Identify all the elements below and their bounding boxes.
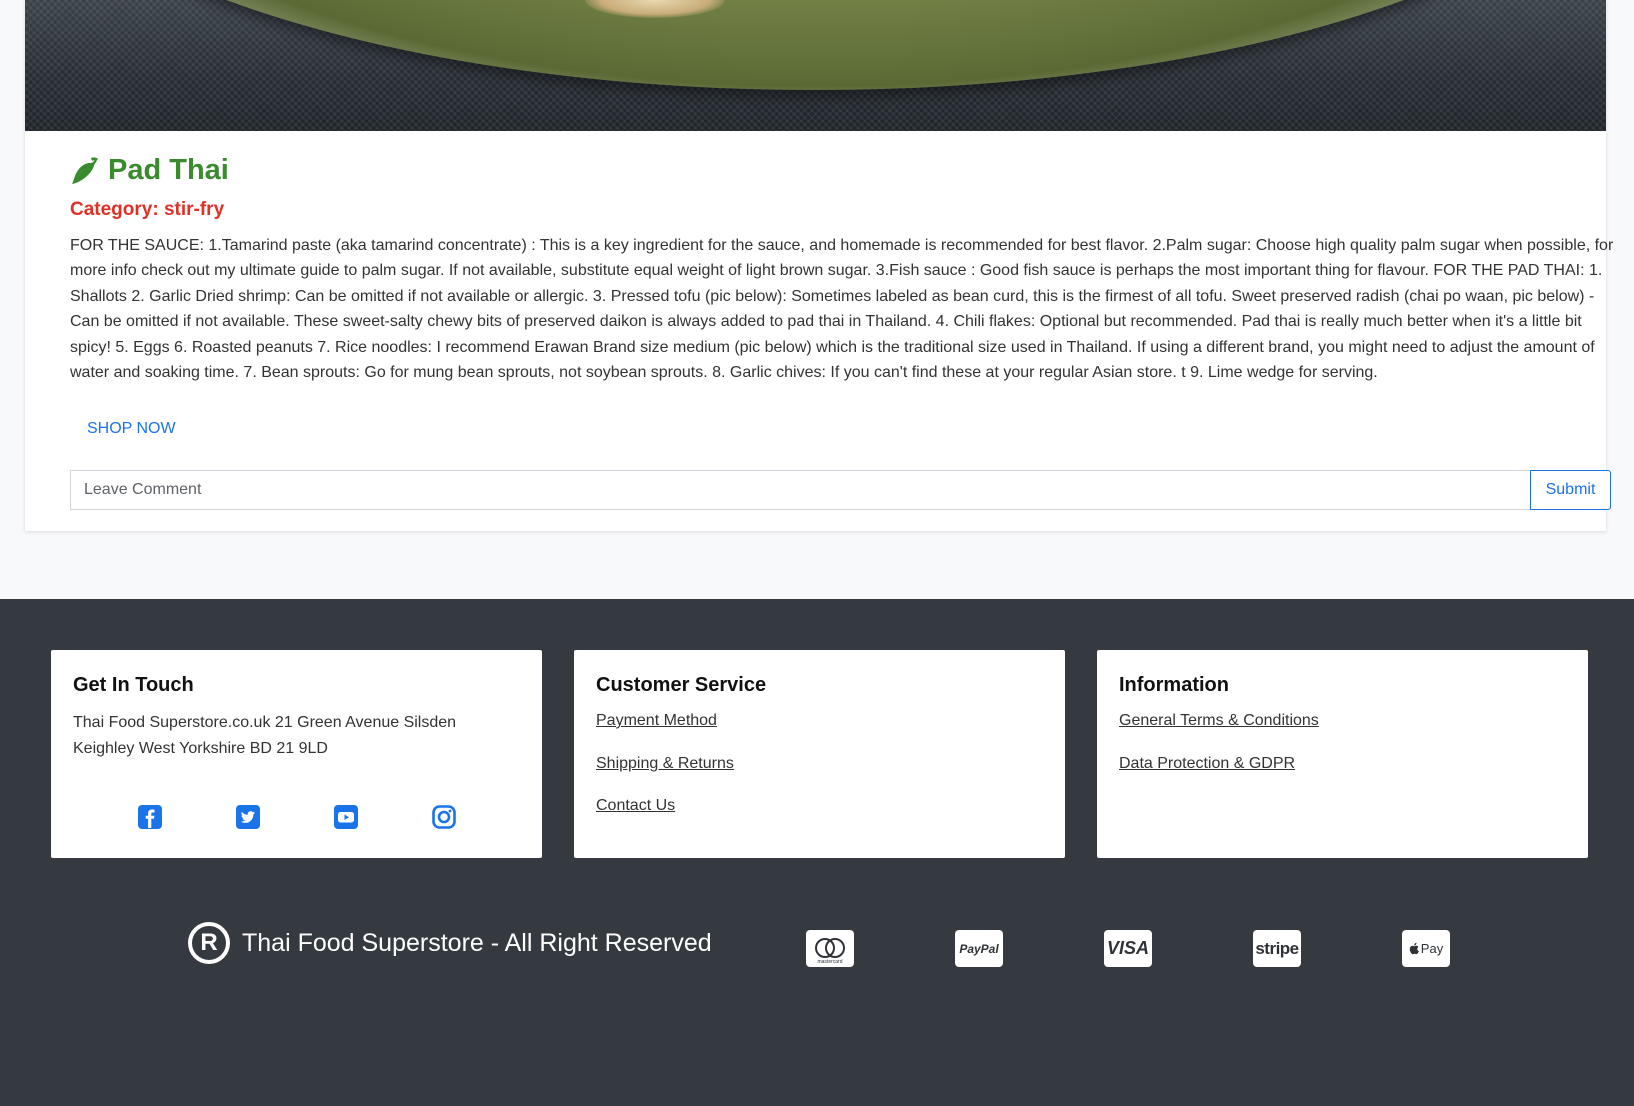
get-in-touch-card: Get In Touch Thai Food Superstore.co.uk … (51, 650, 542, 858)
recipe-category: Category: stir-fry (70, 199, 225, 220)
information-card: Information General Terms & Conditions D… (1097, 650, 1588, 858)
customer-service-heading: Customer Service (596, 674, 767, 696)
plate-image (25, 0, 1606, 90)
visa-icon: VISA (1104, 930, 1152, 967)
visa-label: VISA (1106, 938, 1149, 958)
apple-pay-icon: Pay (1402, 930, 1450, 967)
stripe-icon: stripe (1253, 930, 1301, 967)
recipe-hero-image (25, 0, 1606, 131)
submit-button[interactable]: Submit (1530, 470, 1611, 510)
comment-form: Submit (70, 470, 1611, 510)
information-heading: Information (1119, 674, 1229, 696)
youtube-icon[interactable] (333, 804, 359, 830)
shop-now-link[interactable]: SHOP NOW (87, 420, 176, 438)
stripe-label: stripe (1255, 938, 1299, 958)
get-in-touch-heading: Get In Touch (73, 674, 194, 696)
copyright: R Thai Food Superstore - All Right Reser… (188, 921, 712, 965)
paypal-label: PayPal (959, 941, 999, 956)
instagram-icon[interactable] (431, 804, 457, 830)
mastercard-icon: mastercard (806, 930, 854, 967)
customer-service-card: Customer Service Payment Method Shipping… (574, 650, 1065, 858)
contact-us-link[interactable]: Contact Us (596, 797, 675, 815)
apple-pay-label: Pay (1420, 941, 1444, 956)
terms-conditions-link[interactable]: General Terms & Conditions (1119, 712, 1319, 730)
recipe-title-row: Pad Thai (70, 148, 229, 192)
copyright-text: Thai Food Superstore - All Right Reserve… (242, 928, 712, 957)
recipe-card: Pad Thai Category: stir-fry FOR THE SAUC… (25, 0, 1613, 531)
recipe-description: FOR THE SAUCE: 1.Tamarind paste (aka tam… (70, 237, 1614, 382)
facebook-icon[interactable] (137, 804, 163, 830)
mastercard-label: mastercard (817, 959, 843, 965)
footer: Get In Touch Thai Food Superstore.co.uk … (0, 599, 1634, 1106)
data-protection-link[interactable]: Data Protection & GDPR (1119, 755, 1295, 773)
shipping-returns-link[interactable]: Shipping & Returns (596, 755, 734, 773)
recipe-title: Pad Thai (108, 153, 229, 186)
twitter-icon[interactable] (235, 804, 261, 830)
chili-pepper-icon (72, 157, 98, 184)
payment-method-link[interactable]: Payment Method (596, 712, 717, 730)
paypal-icon: PayPal (955, 930, 1003, 967)
registered-icon: R (188, 922, 230, 964)
apple-logo-icon (1409, 942, 1419, 955)
store-address: Thai Food Superstore.co.uk 21 Green Aven… (73, 714, 457, 757)
comment-input[interactable] (70, 470, 1530, 510)
